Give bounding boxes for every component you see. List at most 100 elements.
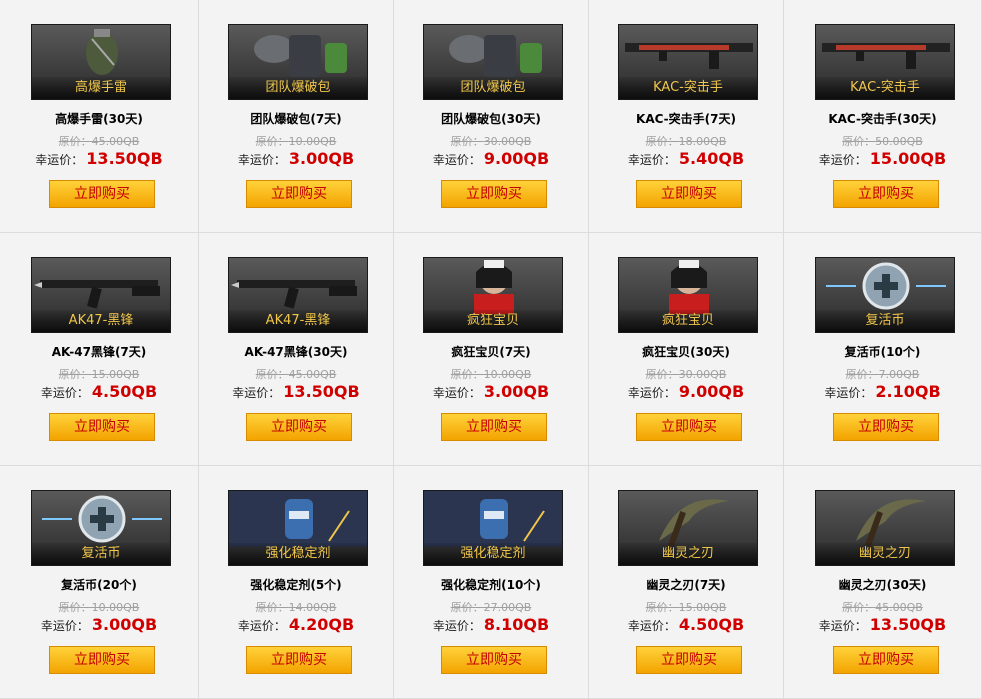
product-card: 强化稳定剂 强化稳定剂(5个) 原价：14.00QB 幸运价： 4.20QB 立即购买	[199, 466, 394, 699]
lucky-price-value: 3.00QB	[91, 615, 158, 634]
buy-now-button[interactable]: 立即购买	[246, 413, 352, 441]
product-name[interactable]: 团队爆破包(30天)	[394, 110, 588, 127]
product-name[interactable]: 幽灵之刃(7天)	[589, 576, 783, 593]
original-price-value: 7.00QB	[878, 368, 920, 381]
product-name[interactable]: 复活币(20个)	[0, 576, 198, 593]
product-grid: 高爆手雷 高爆手雷(30天) 原价：45.00QB 幸运价： 13.50QB 立即购买 团队…	[0, 0, 982, 699]
original-price-label: 原价：	[842, 601, 876, 614]
lucky-price: 幸运价： 15.00QB	[784, 149, 981, 168]
product-name[interactable]: 强化稳定剂(5个)	[199, 576, 393, 593]
thumbnail-label: AK47-黑锋	[229, 310, 367, 332]
product-thumbnail[interactable]: 复活币	[815, 257, 955, 333]
buy-now-button[interactable]: 立即购买	[246, 180, 352, 208]
product-thumbnail[interactable]: 团队爆破包	[423, 24, 563, 100]
lucky-price: 幸运价： 3.00QB	[0, 615, 198, 634]
original-price-value: 45.00QB	[875, 601, 923, 614]
original-price-value: 15.00QB	[91, 368, 140, 381]
product-thumbnail[interactable]: 高爆手雷	[31, 24, 171, 100]
original-price-label: 原价：	[58, 601, 92, 614]
original-price-label: 原价：	[58, 368, 92, 381]
lucky-price: 幸运价： 5.40QB	[589, 149, 783, 168]
lucky-price-label: 幸运价：	[432, 153, 481, 167]
lucky-price: 幸运价： 9.00QB	[394, 149, 588, 168]
lucky-price-value: 4.50QB	[678, 615, 745, 634]
product-thumbnail[interactable]: KAC-突击手	[815, 24, 955, 100]
product-thumbnail[interactable]: 幽灵之刃	[618, 490, 758, 566]
original-price: 原价：18.00QB	[589, 133, 783, 149]
product-thumbnail[interactable]: 团队爆破包	[228, 24, 368, 100]
product-thumbnail[interactable]: 强化稳定剂	[423, 490, 563, 566]
lucky-price: 幸运价： 3.00QB	[199, 149, 393, 168]
buy-now-button[interactable]: 立即购买	[49, 646, 155, 674]
product-name[interactable]: 幽灵之刃(30天)	[784, 576, 981, 593]
buy-now-button[interactable]: 立即购买	[246, 646, 352, 674]
buy-now-button[interactable]: 立即购买	[49, 413, 155, 441]
product-thumbnail[interactable]: AK47-黑锋	[228, 257, 368, 333]
product-name[interactable]: 复活币(10个)	[784, 343, 981, 360]
original-price: 原价：30.00QB	[394, 133, 588, 149]
buy-now-button[interactable]: 立即购买	[441, 413, 547, 441]
thumbnail-label: 幽灵之刃	[816, 543, 954, 565]
original-price-value: 27.00QB	[483, 601, 532, 614]
buy-now-button[interactable]: 立即购买	[441, 180, 547, 208]
lucky-price: 幸运价： 8.10QB	[394, 615, 588, 634]
lucky-price-label: 幸运价：	[818, 619, 867, 633]
original-price-value: 50.00QB	[875, 135, 923, 148]
buy-now-button[interactable]: 立即购买	[636, 413, 742, 441]
buy-now-button[interactable]: 立即购买	[636, 180, 742, 208]
buy-now-button[interactable]: 立即购买	[636, 646, 742, 674]
product-name[interactable]: KAC-突击手(30天)	[784, 110, 981, 127]
lucky-price-label: 幸运价：	[818, 153, 867, 167]
original-price: 原价：14.00QB	[199, 599, 393, 615]
product-thumbnail[interactable]: 疯狂宝贝	[618, 257, 758, 333]
product-name[interactable]: AK-47黑锋(30天)	[199, 343, 393, 360]
product-thumbnail[interactable]: 疯狂宝贝	[423, 257, 563, 333]
buy-now-button[interactable]: 立即购买	[441, 646, 547, 674]
product-name[interactable]: 团队爆破包(7天)	[199, 110, 393, 127]
original-price-value: 15.00QB	[678, 601, 727, 614]
product-name[interactable]: AK-47黑锋(7天)	[0, 343, 198, 360]
buy-now-button[interactable]: 立即购买	[833, 180, 939, 208]
product-name[interactable]: 疯狂宝贝(7天)	[394, 343, 588, 360]
original-price-label: 原价：	[645, 601, 679, 614]
original-price: 原价：7.00QB	[784, 366, 981, 382]
lucky-price: 幸运价： 2.10QB	[784, 382, 981, 401]
product-card: 复活币 复活币(20个) 原价：10.00QB 幸运价： 3.00QB 立即购买	[0, 466, 199, 699]
lucky-price-value: 13.50QB	[86, 149, 163, 168]
lucky-price-label: 幸运价：	[627, 386, 676, 400]
original-price: 原价：15.00QB	[589, 599, 783, 615]
product-thumbnail[interactable]: AK47-黑锋	[31, 257, 171, 333]
thumbnail-label: 疯狂宝贝	[619, 310, 757, 332]
lucky-price: 幸运价： 13.50QB	[199, 382, 393, 401]
product-name[interactable]: 强化稳定剂(10个)	[394, 576, 588, 593]
product-thumbnail[interactable]: KAC-突击手	[618, 24, 758, 100]
lucky-price-label: 幸运价：	[40, 386, 89, 400]
original-price: 原价：27.00QB	[394, 599, 588, 615]
buy-now-button[interactable]: 立即购买	[833, 413, 939, 441]
product-name[interactable]: 高爆手雷(30天)	[0, 110, 198, 127]
buy-now-button[interactable]: 立即购买	[833, 646, 939, 674]
original-price-value: 18.00QB	[678, 135, 727, 148]
original-price-label: 原价：	[255, 135, 289, 148]
product-name[interactable]: 疯狂宝贝(30天)	[589, 343, 783, 360]
original-price: 原价：45.00QB	[0, 133, 198, 149]
original-price-value: 10.00QB	[288, 135, 337, 148]
product-thumbnail[interactable]: 强化稳定剂	[228, 490, 368, 566]
original-price: 原价：45.00QB	[199, 366, 393, 382]
thumbnail-label: KAC-突击手	[619, 77, 757, 99]
product-card: 团队爆破包团队爆破包(30天) 原价：30.00QB 幸运价： 9.00QB 立即购买	[394, 0, 589, 233]
original-price-label: 原价：	[255, 368, 289, 381]
product-thumbnail[interactable]: 幽灵之刃	[815, 490, 955, 566]
lucky-price: 幸运价： 4.50QB	[0, 382, 198, 401]
original-price-label: 原价：	[450, 601, 484, 614]
product-thumbnail[interactable]: 复活币	[31, 490, 171, 566]
thumbnail-label: AK47-黑锋	[32, 310, 170, 332]
lucky-price-value: 13.50QB	[283, 382, 360, 401]
original-price-label: 原价：	[645, 135, 679, 148]
thumbnail-label: 强化稳定剂	[229, 543, 367, 565]
buy-now-button[interactable]: 立即购买	[49, 180, 155, 208]
lucky-price-value: 9.00QB	[678, 382, 745, 401]
product-card: KAC-突击手 KAC-突击手(7天) 原价：18.00QB 幸运价： 5.40QB 立即…	[589, 0, 784, 233]
product-card: 复活币复活币(10个) 原价：7.00QB 幸运价： 2.10QB 立即购买	[784, 233, 982, 466]
product-name[interactable]: KAC-突击手(7天)	[589, 110, 783, 127]
